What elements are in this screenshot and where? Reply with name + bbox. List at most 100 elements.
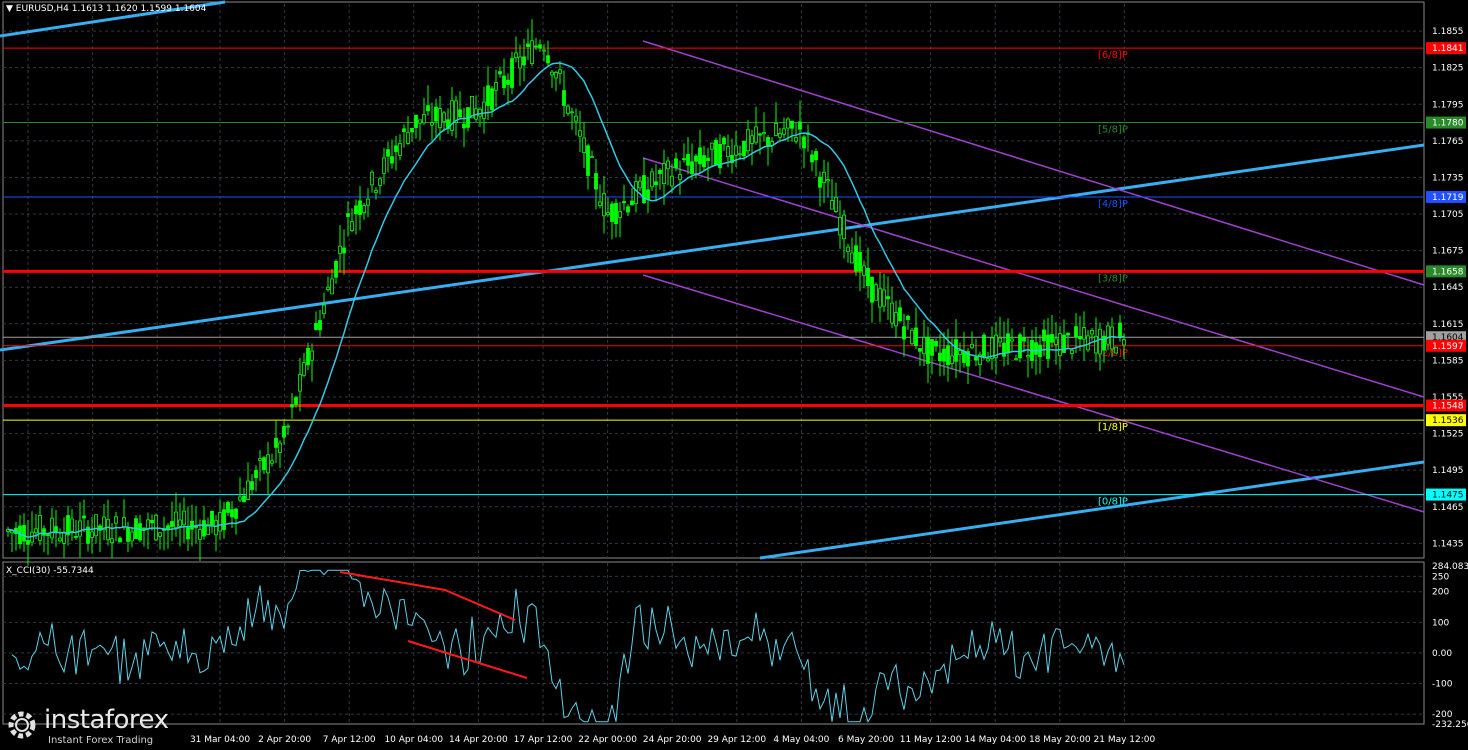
candle-body [830,200,834,210]
candle-body [286,425,290,428]
candle-body [202,520,206,537]
candle-body [766,137,770,147]
candle-body [686,154,690,166]
candle-body [762,132,766,135]
candle-body [582,137,586,153]
candle-body [370,171,374,186]
candle-body [662,163,666,185]
candle-body [470,95,474,119]
candle-body [394,145,398,152]
candle-body [1098,328,1102,355]
candle-body [890,302,894,324]
candle-body [502,75,506,88]
candle-body [306,347,310,366]
x-tick-label: 22 Apr 00:00 [578,735,637,745]
price-pane-frame [2,1,1425,559]
candle-body [698,147,702,165]
candle-body [1106,325,1110,345]
candle-body [666,160,670,170]
y-tick-label: 1.1675 [1432,247,1464,257]
candle-body [438,108,442,129]
level-price-label: 1.1475 [1432,491,1464,501]
candle-body [1090,330,1094,335]
candle-body [810,154,814,163]
murrey-label: [4/8]P [1098,199,1128,210]
candle-body [138,523,142,541]
candle-body [846,246,850,253]
candle-body [22,525,26,542]
candle-body [1006,333,1010,354]
candle-body [374,190,378,193]
murrey-label: [3/8]P [1098,273,1128,284]
candle-body [1114,346,1118,354]
candle-body [310,350,314,361]
candle-body [1066,332,1070,336]
candle-body [866,267,870,287]
gear-logo-icon [8,711,36,739]
y-tick-label: 1.1765 [1432,137,1464,147]
murrey-label: [1/8]P [1098,422,1128,433]
candle-body [1070,349,1074,354]
x-tick-label: 29 Apr 12:00 [707,735,766,745]
candle-body [326,286,330,290]
candle-body [338,245,342,254]
candle-body [26,540,30,545]
candle-body [690,161,694,174]
candle-body [126,527,130,542]
candle-body [242,495,246,503]
candle-body [530,40,534,64]
candle-body [294,397,298,405]
dropdown-arrow-icon[interactable]: ▼ [6,4,13,14]
candle-body [1018,334,1022,359]
candle-body [634,181,638,204]
candle-body [322,304,326,315]
cci-tick-label: -232.256 [1432,720,1468,730]
candle-body [750,135,754,144]
candle-body [70,518,74,532]
candle-body [506,79,510,85]
candle-body [974,356,978,361]
level-price-label: 1.1658 [1432,267,1464,277]
level-price-label: 1.1780 [1432,119,1464,129]
candle-body [298,374,302,392]
y-tick-label: 1.1825 [1432,64,1464,74]
candle-body [182,510,186,526]
candle-body [570,111,574,114]
instaforex-logo: instaforex Instant Forex Trading [4,705,169,747]
candle-body [882,289,886,307]
candle-body [678,174,682,180]
candle-body [1058,333,1062,356]
candle-body [66,515,70,536]
candle-body [1094,335,1098,354]
candle-body [654,181,658,186]
candle-body [674,158,678,169]
candle-body [946,345,950,366]
candle-body [910,329,914,345]
logo-brand: instaforex [44,705,169,735]
y-tick-label: 1.1645 [1432,283,1464,293]
candle-body [1010,338,1014,342]
candle-body [870,276,874,303]
murrey-label: [5/8]P [1098,125,1128,136]
candle-body [618,211,622,218]
candle-body [1014,358,1018,361]
candle-body [586,145,590,176]
y-tick-label: 1.1435 [1432,539,1464,549]
candle-body [594,173,598,190]
candle-body [554,72,558,79]
x-tick-label: 24 Apr 20:00 [643,735,702,745]
candle-body [942,348,946,362]
candle-body [494,82,498,91]
candle-body [914,327,918,346]
candle-body [998,337,1002,343]
candle-body [646,189,650,200]
candle-body [1022,337,1026,342]
candle-body [218,512,222,532]
candle-body [578,130,582,137]
candle-body [950,355,954,364]
candle-body [826,179,830,182]
candle-body [934,340,938,347]
channel-middle [642,157,1425,398]
candle-body [42,528,46,536]
candle-body [34,528,38,534]
